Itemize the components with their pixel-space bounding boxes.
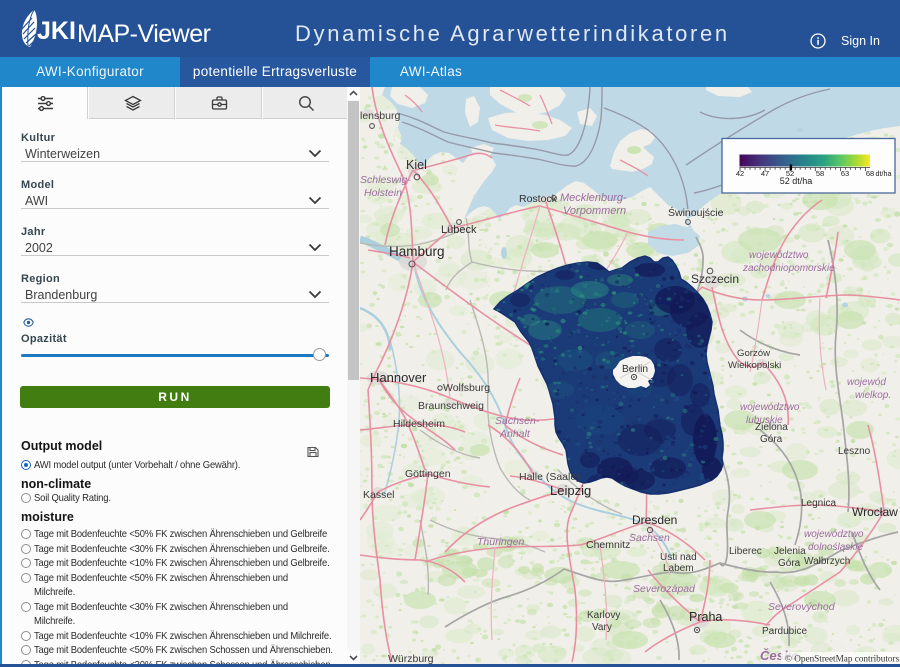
svg-text:Lübeck: Lübeck [441, 224, 477, 236]
svg-text:Schleswig-: Schleswig- [360, 174, 411, 186]
svg-text:Thüringen: Thüringen [477, 536, 524, 548]
svg-text:Kiel: Kiel [406, 158, 427, 172]
svg-text:województwo: województwo [749, 250, 809, 261]
svg-text:42: 42 [736, 169, 744, 178]
svg-text:Dresden: Dresden [632, 513, 677, 527]
svg-text:68: 68 [866, 169, 874, 178]
svg-text:Severozápad: Severozápad [633, 583, 696, 595]
svg-text:Halle (Saale): Halle (Saale) [519, 471, 580, 483]
svg-text:47: 47 [761, 169, 769, 178]
svg-text:Vary: Vary [592, 622, 612, 633]
svg-text:Hannover: Hannover [370, 370, 427, 385]
svg-text:63: 63 [841, 169, 849, 178]
svg-text:Hamburg: Hamburg [389, 244, 445, 259]
svg-text:Zielona: Zielona [755, 422, 788, 433]
svg-text:Würzburg: Würzburg [388, 653, 434, 664]
svg-text:Karlovy: Karlovy [587, 610, 620, 621]
svg-text:wielkop.: wielkop. [855, 390, 891, 401]
svg-text:Labem: Labem [663, 563, 694, 574]
svg-text:Mecklenburg-: Mecklenburg- [560, 192, 627, 204]
svg-text:województwo: województwo [740, 402, 800, 413]
svg-text:Świnoujście: Świnoujście [668, 206, 724, 219]
svg-text:Hildesheim: Hildesheim [393, 418, 445, 430]
svg-text:58: 58 [816, 169, 824, 178]
svg-text:Berlin: Berlin [622, 364, 648, 375]
svg-text:© OpenStreetMap contributors.: © OpenStreetMap contributors. [785, 654, 900, 664]
svg-text:Góra: Góra [778, 558, 801, 569]
svg-text:Praha: Praha [689, 610, 722, 624]
svg-text:Anhalt: Anhalt [499, 428, 531, 440]
svg-text:Vorpommern: Vorpommern [563, 205, 626, 217]
svg-text:Sachsen-: Sachsen- [495, 415, 540, 427]
svg-text:województwo: województwo [804, 529, 864, 540]
svg-text:Wrocław: Wrocław [852, 505, 898, 519]
svg-text:Chemnitz: Chemnitz [586, 539, 630, 551]
svg-text:52 dt/ha: 52 dt/ha [780, 176, 813, 186]
svg-text:Pardubice: Pardubice [762, 626, 807, 637]
svg-text:Jelenia: Jelenia [774, 546, 806, 557]
svg-text:Wolfsburg: Wolfsburg [443, 382, 490, 394]
svg-text:Wałbrzych: Wałbrzych [804, 556, 850, 567]
svg-text:lensburg: lensburg [360, 110, 400, 122]
svg-text:Szczecin: Szczecin [691, 272, 739, 286]
svg-text:zachodniopomorskie: zachodniopomorskie [742, 263, 835, 274]
svg-text:wojewód: wojewód [847, 377, 886, 388]
svg-text:Usti nad: Usti nad [660, 552, 697, 563]
svg-text:Góra: Góra [760, 434, 783, 445]
svg-text:Wielkopolski: Wielkopolski [728, 360, 781, 371]
svg-text:Göttingen: Göttingen [405, 468, 451, 480]
svg-text:Gorzów: Gorzów [737, 348, 770, 359]
svg-text:Leipzig: Leipzig [550, 483, 591, 498]
svg-text:Legnica: Legnica [801, 498, 836, 509]
svg-text:Severovýchod: Severovýchod [768, 601, 836, 613]
svg-text:dolnośląskie: dolnośląskie [808, 542, 863, 553]
svg-text:Holstein: Holstein [364, 187, 402, 199]
svg-text:dt/ha: dt/ha [876, 169, 892, 178]
svg-text:Sachsen: Sachsen [629, 532, 670, 544]
svg-text:Kassel: Kassel [363, 489, 395, 501]
svg-text:Leszno: Leszno [838, 446, 871, 457]
svg-text:Braunschweig: Braunschweig [418, 400, 484, 412]
svg-text:Liberec: Liberec [729, 546, 762, 557]
